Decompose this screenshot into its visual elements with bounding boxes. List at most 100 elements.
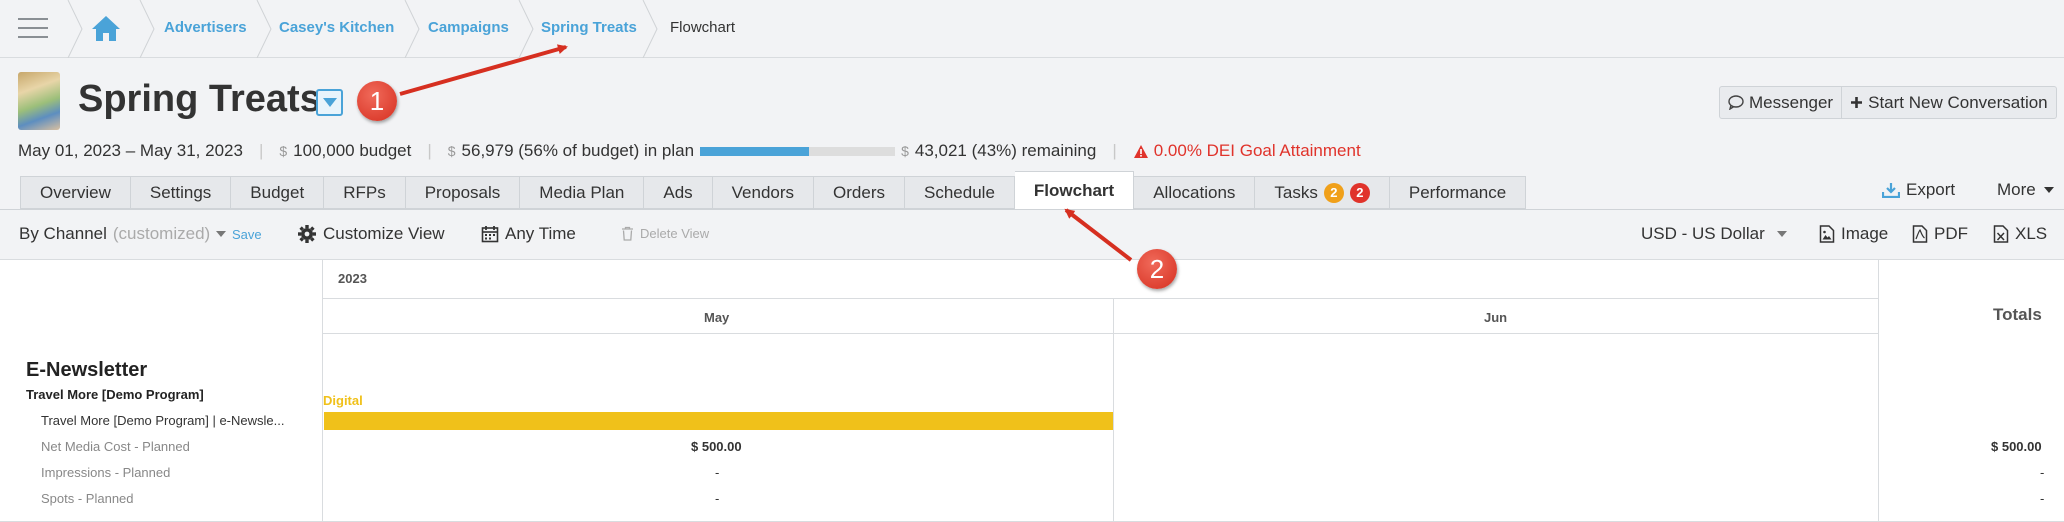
flowchart-grid: 2023 May Jun Totals E-Newsletter Travel …	[0, 260, 2064, 522]
flowchart-bar-digital[interactable]	[324, 412, 1113, 430]
tab-label: Flowchart	[1033, 180, 1115, 200]
tab-label: Schedule	[924, 183, 995, 202]
view-customized-label: (customized)	[112, 224, 211, 243]
tab-allocations[interactable]: Allocations	[1134, 176, 1256, 209]
tab-label: Performance	[1408, 183, 1507, 202]
gear-icon	[298, 225, 316, 243]
callout-badge-1: 1	[357, 81, 397, 121]
view-name: By Channel	[19, 224, 107, 243]
new-conversation-label: Start New Conversation	[1868, 92, 2048, 112]
tab-label: Vendors	[731, 183, 795, 202]
grid-divider	[1878, 260, 1879, 522]
breadcrumb-campaign-name[interactable]: Spring Treats	[541, 19, 637, 36]
tab-proposals[interactable]: Proposals	[405, 176, 521, 209]
flowchart-toolbar: By Channel (customized) Save Customize V…	[0, 210, 2064, 260]
tab-label: Settings	[149, 183, 212, 202]
delete-view-button[interactable]: Delete View	[621, 226, 709, 241]
dollar-icon: $	[279, 143, 288, 159]
divider: |	[427, 141, 432, 160]
dei-goal-status[interactable]: 0.00% DEI Goal Attainment	[1133, 141, 1361, 161]
view-selector[interactable]: By Channel (customized)	[19, 224, 227, 244]
tab-label: Overview	[40, 183, 111, 202]
tab-rfps[interactable]: RFPs	[324, 176, 406, 209]
tab-label: Budget	[250, 183, 305, 202]
campaign-dates: May 01, 2023 – May 31, 2023	[18, 141, 243, 160]
tab-flowchart[interactable]: Flowchart	[1014, 171, 1135, 209]
export-button[interactable]: Export	[1882, 180, 1955, 200]
excel-file-icon	[1993, 225, 2009, 243]
image-label: Image	[1841, 224, 1889, 243]
budget-progress-bar	[700, 146, 896, 156]
chat-bubble-icon	[1728, 95, 1744, 110]
metric-value-impressions-may: -	[715, 465, 720, 480]
warning-icon	[1133, 144, 1148, 158]
tab-vendors[interactable]: Vendors	[712, 176, 815, 209]
budget-progress-fill	[700, 146, 810, 156]
divider: |	[1112, 141, 1117, 160]
currency-label: USD - US Dollar	[1641, 224, 1765, 243]
tasks-count-badge: 2	[1323, 182, 1344, 203]
metric-label-impressions: Impressions - Planned	[41, 465, 171, 480]
divider: |	[258, 141, 264, 160]
tab-orders[interactable]: Orders	[814, 176, 906, 209]
export-label: Export	[1906, 180, 1956, 199]
pdf-file-icon	[1912, 225, 1928, 243]
breadcrumb-separator	[404, 0, 420, 58]
metric-total-spots: -	[2040, 491, 2045, 506]
export-image-button[interactable]: Image	[1819, 224, 1888, 244]
tab-settings[interactable]: Settings	[130, 176, 232, 209]
tab-media-plan[interactable]: Media Plan	[520, 176, 645, 209]
campaign-in-plan: 56,979 (56% of budget) in plan	[461, 141, 695, 160]
title-dropdown-button[interactable]	[316, 89, 343, 116]
callout-badge-2: 2	[1137, 249, 1177, 289]
dei-goal-text: 0.00% DEI Goal Attainment	[1153, 141, 1361, 160]
tab-label: Orders	[833, 183, 886, 202]
placement-name[interactable]: Travel More [Demo Program] | e-Newsle...	[41, 413, 284, 428]
time-range-selector[interactable]: Any Time	[481, 224, 576, 244]
plus-icon	[1851, 97, 1863, 108]
breadcrumb-separator	[518, 0, 534, 58]
currency-selector[interactable]: USD - US Dollar	[1641, 224, 1787, 244]
breadcrumb-advertiser-name[interactable]: Casey's Kitchen	[279, 19, 394, 36]
calendar-icon	[481, 226, 499, 243]
breadcrumb-advertisers[interactable]: Advertisers	[164, 19, 247, 36]
more-dropdown[interactable]: More	[1997, 180, 2054, 200]
customize-view-button[interactable]: Customize View	[297, 224, 445, 244]
image-file-icon	[1819, 225, 1835, 243]
tab-label: RFPs	[343, 183, 386, 202]
tab-overview[interactable]: Overview	[20, 176, 131, 209]
tab-tasks[interactable]: Tasks 2 2	[1255, 176, 1390, 209]
campaign-tabs: Overview Settings Budget RFPs Proposals …	[20, 171, 1527, 209]
metric-value-spots-may: -	[715, 491, 720, 506]
customize-view-label: Customize View	[323, 224, 445, 243]
program-name[interactable]: Travel More [Demo Program]	[26, 387, 204, 402]
tab-ads[interactable]: Ads	[644, 176, 713, 209]
tab-label: Media Plan	[539, 183, 625, 202]
messenger-button-group: Messenger Start New Conversation	[1719, 86, 2057, 119]
breadcrumb-separator	[642, 0, 658, 58]
hamburger-menu-icon[interactable]	[18, 14, 48, 40]
messenger-button[interactable]: Messenger	[1720, 87, 1841, 118]
month-header-may: May	[704, 310, 730, 325]
metric-total-impressions: -	[2040, 465, 2045, 480]
trash-icon	[622, 226, 633, 241]
pdf-label: PDF	[1934, 224, 1968, 243]
messenger-label: Messenger	[1749, 92, 1834, 112]
tasks-overdue-badge: 2	[1349, 182, 1370, 203]
month-header-jun: Jun	[1484, 310, 1508, 325]
download-icon	[1882, 183, 1900, 198]
start-new-conversation-button[interactable]: Start New Conversation	[1841, 87, 2056, 118]
tab-label: Allocations	[1153, 183, 1236, 202]
breadcrumb-current: Flowchart	[670, 19, 736, 36]
tab-schedule[interactable]: Schedule	[905, 176, 1015, 209]
export-pdf-button[interactable]: PDF	[1912, 224, 1968, 244]
tab-budget[interactable]: Budget	[231, 176, 325, 209]
home-icon[interactable]	[90, 13, 122, 43]
campaign-remaining: 43,021 (43%) remaining	[914, 141, 1097, 160]
breadcrumb-separator	[139, 0, 155, 58]
tab-performance[interactable]: Performance	[1389, 176, 1527, 209]
dollar-icon: $	[447, 143, 456, 159]
breadcrumb-campaigns[interactable]: Campaigns	[428, 19, 509, 36]
save-view-link[interactable]: Save	[232, 227, 262, 242]
export-xls-button[interactable]: XLS	[1993, 224, 2047, 244]
